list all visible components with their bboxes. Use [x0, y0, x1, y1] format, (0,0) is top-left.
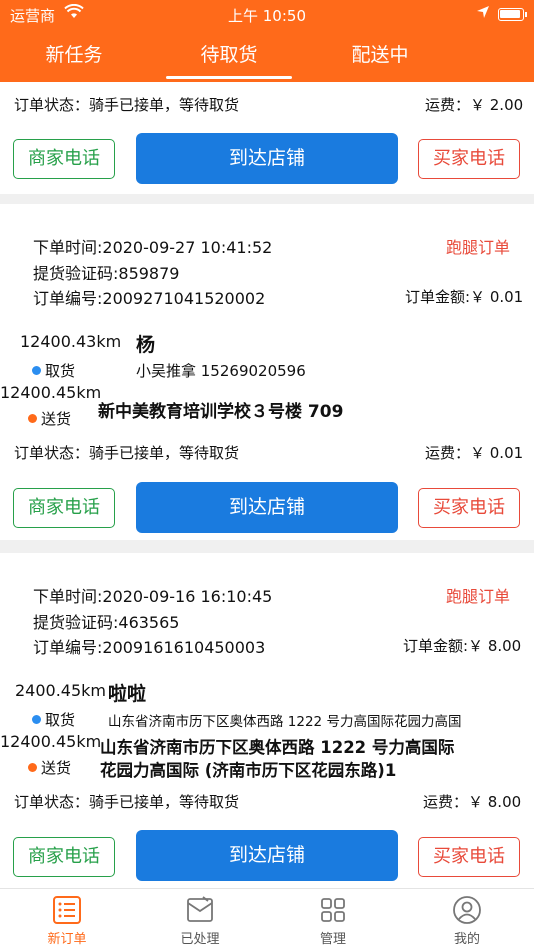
deliver-address-line2: 花园力高国际 (济南市历下区花园东路)1	[100, 761, 397, 780]
pickup-address: 山东省济南市历下区奥体西路 1222 号力高国际花园力高国	[108, 714, 462, 730]
merchant-phone-button[interactable]: 商家电话	[13, 488, 115, 528]
merchant-phone-button[interactable]: 商家电话	[13, 837, 115, 877]
delivery-fee: 运费：￥ 0.01	[425, 444, 524, 462]
delivery-fee: 运费：￥ 2.00	[425, 96, 524, 114]
pickup-address: 小吴推拿 15269020596	[136, 362, 306, 380]
order-card-partial: 订单状态：骑手已接单，等待取货 运费：￥ 2.00 商家电话 到达店铺 买家电话	[0, 82, 534, 194]
active-tab-indicator	[166, 76, 292, 79]
battery-icon	[498, 8, 527, 21]
order-tabs: 新任务 待取货 配送中	[0, 30, 534, 82]
clock: 上午 10:50	[228, 7, 306, 25]
merchant-phone-button[interactable]: 商家电话	[13, 139, 115, 179]
deliver-dot-icon	[28, 414, 37, 423]
order-number: 订单编号:2009161610450003	[33, 638, 266, 657]
nav-mine[interactable]: 我的	[427, 895, 507, 947]
pickup-dot-icon	[32, 715, 41, 724]
location-arrow-icon	[476, 5, 490, 23]
order-status: 订单状态：骑手已接单，等待取货	[14, 793, 240, 811]
order-status: 订单状态：骑手已接单，等待取货	[14, 96, 240, 114]
deliver-label: 送货	[28, 757, 71, 778]
list-icon	[53, 896, 81, 924]
pickup-code: 提货验证码:463565	[33, 613, 180, 632]
order-number: 订单编号:2009271041520002	[33, 289, 266, 308]
order-card: 下单时间:2020-09-27 10:41:52 跑腿订单 提货验证码:8598…	[0, 204, 534, 540]
customer-name: 杨	[136, 334, 156, 356]
tab-delivering[interactable]: 配送中	[310, 40, 450, 67]
deliver-dot-icon	[28, 763, 37, 772]
arrive-store-button[interactable]: 到达店铺	[136, 133, 398, 184]
nav-new-orders[interactable]: 新订单	[27, 895, 107, 947]
buyer-phone-button[interactable]: 买家电话	[418, 139, 520, 179]
order-amount: 订单金额:￥ 0.01	[405, 288, 524, 306]
delivery-fee: 运费：￥ 8.00	[423, 793, 522, 811]
pickup-code: 提货验证码:859879	[33, 264, 180, 283]
order-time: 下单时间:2020-09-27 10:41:52	[33, 238, 273, 257]
buyer-phone-button[interactable]: 买家电话	[418, 488, 520, 528]
deliver-address-line1: 山东省济南市历下区奥体西路 1222 号力高国际	[100, 738, 455, 757]
order-type-badge: 跑腿订单	[446, 238, 511, 257]
bottom-nav: 新订单 已处理 管理 我的	[0, 888, 534, 950]
customer-name: 啦啦	[108, 683, 147, 705]
deliver-distance: 12400.45km	[0, 732, 102, 751]
deliver-address: 新中美教育培训学校３号楼 709	[98, 402, 344, 422]
nav-processed[interactable]: 已处理	[160, 895, 240, 947]
buyer-phone-button[interactable]: 买家电话	[418, 837, 520, 877]
pickup-dot-icon	[32, 366, 41, 375]
arrive-store-button[interactable]: 到达店铺	[136, 830, 398, 881]
user-icon	[453, 896, 481, 924]
processed-icon	[187, 896, 213, 922]
order-status: 订单状态：骑手已接单，等待取货	[14, 444, 240, 462]
grid-icon	[321, 898, 345, 922]
pickup-label: 取货	[32, 360, 75, 381]
order-amount: 订单金额:￥ 8.00	[403, 637, 522, 655]
pickup-label: 取货	[32, 709, 75, 730]
arrive-store-button[interactable]: 到达店铺	[136, 482, 398, 533]
order-type-badge: 跑腿订单	[446, 587, 511, 606]
nav-manage[interactable]: 管理	[293, 895, 373, 947]
tab-new-task[interactable]: 新任务	[4, 40, 144, 67]
pickup-distance: 12400.43km	[20, 332, 122, 351]
pickup-distance: 2400.45km	[15, 681, 107, 700]
deliver-distance: 12400.45km	[0, 383, 102, 402]
order-card: 下单时间:2020-09-16 16:10:45 跑腿订单 提货验证码:4635…	[0, 553, 534, 888]
tab-awaiting-pickup[interactable]: 待取货	[159, 40, 299, 67]
order-time: 下单时间:2020-09-16 16:10:45	[33, 587, 273, 606]
status-bar: 运营商 上午 10:50	[0, 0, 534, 30]
deliver-label: 送货	[28, 408, 71, 429]
